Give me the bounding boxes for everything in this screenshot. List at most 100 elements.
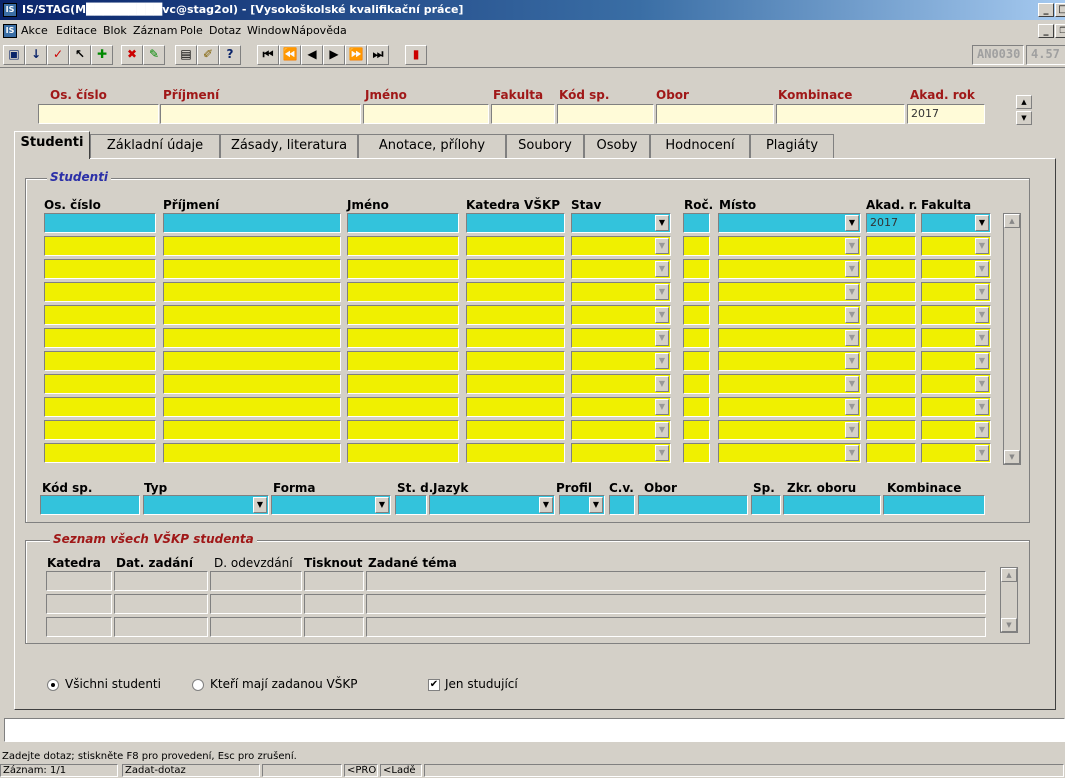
chevron-down-icon[interactable]: ▼ [655, 284, 669, 300]
row-5-akad-r-field[interactable] [866, 305, 916, 325]
maximize-button[interactable]: □ [1055, 3, 1065, 17]
query-prijmeni-input[interactable] [160, 104, 361, 124]
row-2-katedra-field[interactable] [466, 236, 565, 256]
row-9-os-cislo-field[interactable] [44, 397, 156, 417]
row-5-misto-select[interactable]: ▼ [718, 305, 861, 325]
download-icon[interactable]: ↓ [25, 45, 47, 65]
seznam-row-2-zadane-tema[interactable] [366, 594, 986, 614]
child-restore-button[interactable]: ❐ [1055, 24, 1065, 38]
scroll-up-icon[interactable]: ▲ [1016, 95, 1032, 109]
row-4-misto-select[interactable]: ▼ [718, 282, 861, 302]
chevron-down-icon[interactable]: ▼ [975, 353, 989, 369]
row-11-os-cislo-field[interactable] [44, 443, 156, 463]
row-2-akad-r-field[interactable] [866, 236, 916, 256]
row-8-katedra-field[interactable] [466, 374, 565, 394]
chevron-down-icon[interactable]: ▼ [845, 399, 859, 415]
chevron-down-icon[interactable]: ▼ [845, 353, 859, 369]
row-9-akad-r-field[interactable] [866, 397, 916, 417]
typ-select[interactable]: ▼ [143, 495, 269, 515]
seznam-row-3-d-odevzdani[interactable] [210, 617, 302, 637]
row-6-stav-select[interactable]: ▼ [571, 328, 671, 348]
menu-blok[interactable]: Blok [103, 24, 127, 37]
row-5-os-cislo-field[interactable] [44, 305, 156, 325]
row-3-misto-select[interactable]: ▼ [718, 259, 861, 279]
row-6-jmeno-field[interactable] [347, 328, 459, 348]
tab-anotace-prilohy[interactable]: Anotace, přílohy [358, 134, 506, 158]
row-2-fakulta-select[interactable]: ▼ [921, 236, 991, 256]
row-2-misto-select[interactable]: ▼ [718, 236, 861, 256]
row-10-katedra-field[interactable] [466, 420, 565, 440]
seznam-row-1-dat-zadani[interactable] [114, 571, 208, 591]
zkr-oboru-field[interactable] [783, 495, 881, 515]
chevron-down-icon[interactable]: ▼ [845, 215, 859, 231]
row-2-stav-select[interactable]: ▼ [571, 236, 671, 256]
row-4-stav-select[interactable]: ▼ [571, 282, 671, 302]
chevron-down-icon[interactable]: ▼ [845, 238, 859, 254]
query-fakulta-input[interactable] [491, 104, 555, 124]
forma-select[interactable]: ▼ [271, 495, 391, 515]
row-1-stav-select[interactable]: ▼ [571, 213, 671, 233]
seznam-row-3-katedra[interactable] [46, 617, 112, 637]
seznam-row-1-tisknout[interactable] [304, 571, 364, 591]
menu-window[interactable]: Window [247, 24, 290, 37]
row-1-jmeno-field[interactable] [347, 213, 459, 233]
row-4-katedra-field[interactable] [466, 282, 565, 302]
chevron-down-icon[interactable]: ▼ [975, 422, 989, 438]
row-6-fakulta-select[interactable]: ▼ [921, 328, 991, 348]
row-10-roc-field[interactable] [683, 420, 710, 440]
students-scrollbar[interactable]: ▲ ▼ [1003, 213, 1021, 465]
seznam-row-3-zadane-tema[interactable] [366, 617, 986, 637]
tab-zasady-literatura[interactable]: Zásady, literatura [220, 134, 358, 158]
row-5-fakulta-select[interactable]: ▼ [921, 305, 991, 325]
delete-record-icon[interactable]: ✖ [121, 45, 143, 65]
query-kod-sp-input[interactable] [557, 104, 654, 124]
row-8-jmeno-field[interactable] [347, 374, 459, 394]
chevron-down-icon[interactable]: ▼ [845, 284, 859, 300]
row-7-os-cislo-field[interactable] [44, 351, 156, 371]
chevron-down-icon[interactable]: ▼ [845, 445, 859, 461]
row-9-fakulta-select[interactable]: ▼ [921, 397, 991, 417]
query-kombinace-input[interactable] [776, 104, 905, 124]
query-obor-input[interactable] [656, 104, 774, 124]
row-5-jmeno-field[interactable] [347, 305, 459, 325]
save-icon[interactable]: ▣ [3, 45, 25, 65]
menu-napoveda[interactable]: Nápověda [291, 24, 347, 37]
insert-record-icon[interactable]: ✚ [91, 45, 113, 65]
row-11-katedra-field[interactable] [466, 443, 565, 463]
chevron-down-icon[interactable]: ▼ [845, 422, 859, 438]
row-1-misto-select[interactable]: ▼ [718, 213, 861, 233]
row-7-jmeno-field[interactable] [347, 351, 459, 371]
profil-select[interactable]: ▼ [559, 495, 605, 515]
seznam-row-2-d-odevzdani[interactable] [210, 594, 302, 614]
tab-zakladni-udaje[interactable]: Základní údaje [90, 134, 220, 158]
menu-editace[interactable]: Editace [56, 24, 97, 37]
row-3-fakulta-select[interactable]: ▼ [921, 259, 991, 279]
row-5-stav-select[interactable]: ▼ [571, 305, 671, 325]
row-6-misto-select[interactable]: ▼ [718, 328, 861, 348]
chevron-down-icon[interactable]: ▼ [655, 353, 669, 369]
row-8-stav-select[interactable]: ▼ [571, 374, 671, 394]
chevron-down-icon[interactable]: ▼ [975, 399, 989, 415]
chevron-down-icon[interactable]: ▼ [655, 376, 669, 392]
row-8-roc-field[interactable] [683, 374, 710, 394]
query-os-cislo-input[interactable] [38, 104, 159, 124]
chevron-down-icon[interactable]: ▼ [845, 261, 859, 277]
row-5-katedra-field[interactable] [466, 305, 565, 325]
row-10-fakulta-select[interactable]: ▼ [921, 420, 991, 440]
row-2-prijmeni-field[interactable] [163, 236, 341, 256]
chevron-down-icon[interactable]: ▼ [975, 215, 989, 231]
chevron-down-icon[interactable]: ▼ [845, 376, 859, 392]
row-11-jmeno-field[interactable] [347, 443, 459, 463]
row-1-roc-field[interactable] [683, 213, 710, 233]
row-3-roc-field[interactable] [683, 259, 710, 279]
row-8-fakulta-select[interactable]: ▼ [921, 374, 991, 394]
row-10-jmeno-field[interactable] [347, 420, 459, 440]
radio-kteri-maji-vskp[interactable] [192, 679, 204, 691]
menu-pole[interactable]: Pole [180, 24, 203, 37]
first-record-icon[interactable]: ⏮ [257, 45, 279, 65]
chevron-down-icon[interactable]: ▼ [975, 376, 989, 392]
chevron-down-icon[interactable]: ▼ [845, 307, 859, 323]
chevron-down-icon[interactable]: ▼ [655, 215, 669, 231]
row-3-os-cislo-field[interactable] [44, 259, 156, 279]
row-6-prijmeni-field[interactable] [163, 328, 341, 348]
